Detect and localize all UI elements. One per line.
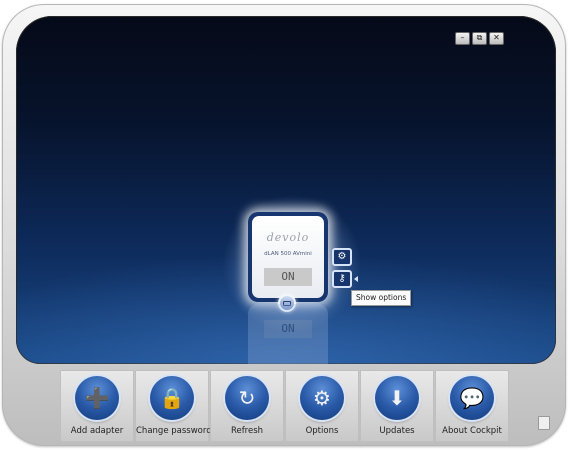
about-cockpit-button[interactable]: 💬 About Cockpit [435,370,509,442]
add-adapter-button[interactable]: ➕ Add adapter [60,370,134,442]
updates-label: Updates [379,426,415,436]
change-password-button[interactable]: 🔒 Change password [135,370,212,442]
adapter-model-label: dLAN 500 AVmini [264,251,312,257]
refresh-icon: ↻ [225,376,269,420]
adapter-status: ON [264,268,312,286]
about-cockpit-label: About Cockpit [442,426,502,436]
add-adapter-label: Add adapter [70,426,124,436]
resize-grip-icon[interactable] [538,416,550,430]
add-adapter-icon: ➕ [75,376,119,420]
show-options-tooltip: Show options [351,290,412,306]
refresh-button[interactable]: ↻ Refresh [210,370,284,442]
minimize-button[interactable]: – [455,32,470,45]
gears-icon: ⚙ [300,376,344,420]
close-button[interactable]: ✕ [489,32,504,45]
key-icon[interactable]: ⚷ [332,270,352,288]
change-password-label: Change password [136,426,212,436]
devolo-logo: devolo [266,231,310,244]
bottom-toolbar: ➕ Add adapter 🔒 Change password ↻ Refres… [60,370,509,442]
app-window-frame: – ⧉ ✕ devolo dLAN 500 AVmini ON ⚙ ⚷ Show… [2,4,566,446]
restore-button[interactable]: ⧉ [472,32,487,45]
download-arrow-icon: ⬇ [375,376,419,420]
tooltip-pointer-icon [354,276,358,282]
updates-button[interactable]: ⬇ Updates [360,370,434,442]
options-label: Options [305,426,339,436]
refresh-label: Refresh [230,426,264,436]
speech-bubble-icon: 💬 [450,376,494,420]
adapter-card-face: devolo dLAN 500 AVmini ON [252,216,324,298]
tools-icon[interactable]: ⚙ [332,248,352,266]
window-controls: – ⧉ ✕ [455,32,504,45]
adapter-reflection: ON [248,304,328,364]
lock-icon: 🔒 [150,376,194,420]
options-button[interactable]: ⚙ Options [285,370,359,442]
adapter-reflection-status: ON [264,320,312,338]
adapter-card[interactable]: devolo dLAN 500 AVmini ON [248,212,328,302]
